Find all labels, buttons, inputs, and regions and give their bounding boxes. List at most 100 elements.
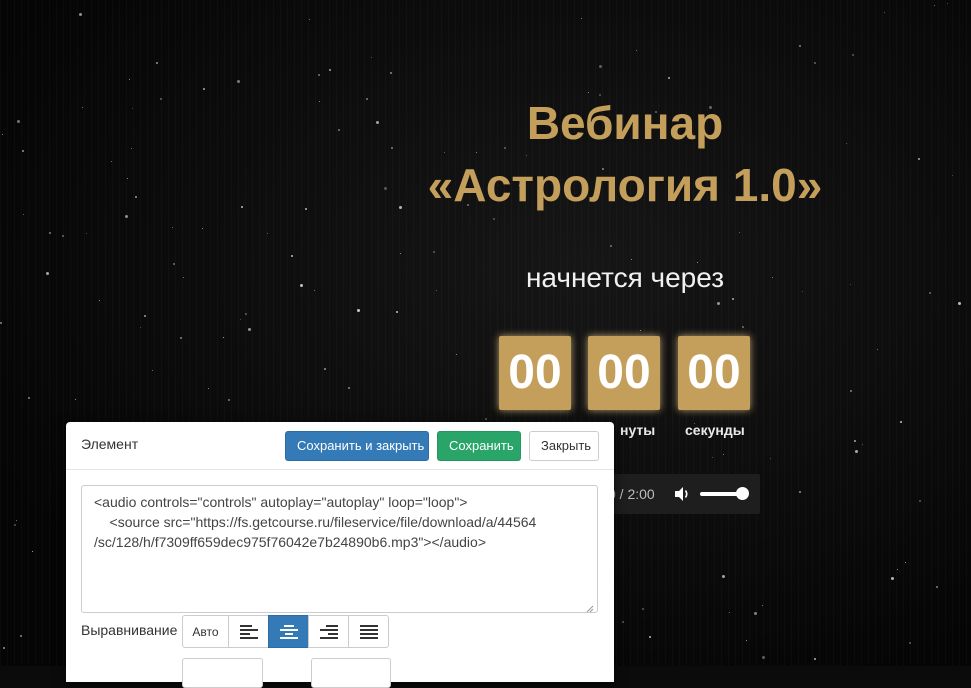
countdown-minutes-label: нуты — [620, 422, 656, 438]
align-justify-icon — [359, 624, 378, 639]
countdown-hours: 00 — [499, 336, 571, 410]
align-auto-button[interactable]: Авто — [182, 615, 229, 648]
star — [62, 235, 64, 237]
code-line: <audio controls="controls" autoplay="aut… — [94, 494, 468, 510]
star — [300, 284, 303, 287]
star — [754, 612, 757, 615]
html-code-textarea[interactable]: <audio controls="controls" autoplay="aut… — [81, 485, 598, 613]
star — [722, 575, 725, 578]
star — [160, 98, 162, 100]
star — [348, 387, 350, 389]
volume-slider-thumb[interactable] — [736, 487, 749, 500]
star — [111, 161, 112, 162]
star — [144, 315, 146, 317]
star — [237, 80, 240, 83]
star — [3, 647, 5, 649]
star — [640, 330, 641, 331]
star — [717, 302, 720, 305]
star — [905, 562, 906, 563]
star — [125, 215, 128, 218]
star — [23, 214, 24, 215]
star — [433, 251, 435, 253]
star — [631, 259, 632, 260]
hero-title: Вебинар «Астрология 1.0» — [380, 92, 870, 216]
star — [338, 129, 340, 131]
hero-title-line2: «Астрология 1.0» — [427, 159, 823, 211]
star — [309, 19, 310, 20]
star — [636, 50, 637, 51]
star — [746, 640, 747, 641]
star — [82, 107, 83, 108]
star — [241, 206, 243, 208]
star — [958, 302, 961, 305]
star — [814, 658, 816, 660]
star — [929, 292, 931, 294]
star — [32, 551, 33, 552]
star — [16, 520, 17, 521]
star — [318, 74, 320, 76]
star — [850, 390, 852, 392]
option-input[interactable] — [182, 658, 263, 688]
star — [314, 290, 315, 291]
star — [390, 72, 392, 74]
star — [357, 309, 360, 312]
star — [862, 444, 863, 445]
star — [127, 178, 128, 179]
align-justify-button[interactable] — [348, 615, 389, 648]
code-line: <source src="https://fs.getcourse.ru/fil… — [94, 514, 537, 530]
resize-grip-icon[interactable] — [584, 600, 594, 613]
star — [366, 98, 368, 100]
star — [208, 388, 209, 389]
alignment-label: Выравнивание — [81, 622, 178, 638]
star — [485, 418, 487, 420]
star — [79, 13, 82, 16]
align-left-icon — [239, 624, 258, 639]
volume-icon[interactable] — [673, 485, 691, 503]
star — [99, 300, 100, 301]
star — [17, 120, 20, 123]
star — [897, 569, 898, 570]
countdown-seconds-label: секунды — [685, 422, 745, 438]
align-center-icon — [279, 624, 298, 639]
star — [319, 101, 320, 102]
star — [228, 399, 230, 401]
star — [46, 272, 49, 275]
close-button[interactable]: Закрыть — [529, 431, 599, 461]
hero-subtitle: начнется через — [525, 262, 725, 293]
save-and-close-button[interactable]: Сохранить и закрыть — [285, 431, 429, 461]
star — [28, 397, 30, 399]
star — [49, 232, 51, 234]
star — [156, 62, 158, 64]
align-right-icon — [319, 624, 338, 639]
star — [891, 577, 894, 580]
star — [245, 313, 247, 315]
align-center-button[interactable] — [268, 615, 309, 648]
star — [909, 642, 911, 644]
star — [599, 65, 602, 68]
star — [14, 524, 16, 526]
star — [2, 134, 3, 135]
star — [947, 3, 948, 4]
star — [723, 454, 724, 455]
star — [581, 18, 582, 19]
star — [668, 77, 670, 79]
star — [610, 245, 612, 247]
star — [140, 327, 141, 328]
star — [129, 79, 130, 80]
countdown-minutes: 00 — [588, 336, 660, 410]
star — [877, 349, 878, 350]
star — [248, 328, 251, 331]
align-left-button[interactable] — [228, 615, 269, 648]
option-input[interactable] — [311, 658, 391, 688]
star — [770, 458, 771, 459]
align-right-button[interactable] — [308, 615, 349, 648]
star — [900, 421, 902, 423]
save-button[interactable]: Сохранить — [437, 431, 521, 461]
star — [202, 228, 203, 229]
star — [919, 500, 921, 502]
star — [400, 253, 401, 254]
star — [799, 45, 801, 47]
star — [712, 457, 713, 458]
star — [622, 621, 624, 623]
star — [173, 263, 175, 265]
